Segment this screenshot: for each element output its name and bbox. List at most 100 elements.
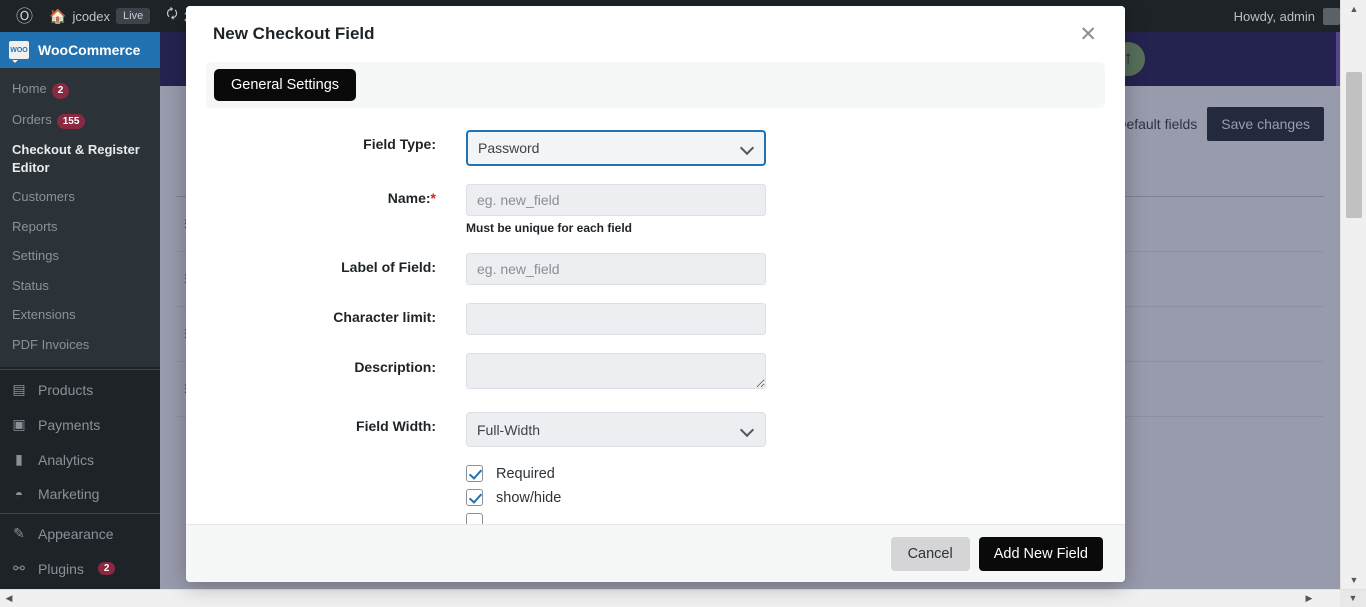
form-row-description: Description: — [206, 353, 1105, 394]
sidebar-item-status[interactable]: Status — [0, 271, 160, 301]
sidebar-item-settings[interactable]: Settings — [0, 241, 160, 271]
add-new-field-button[interactable]: Add New Field — [978, 536, 1103, 571]
sidebar-item-home[interactable]: Home 2 — [0, 74, 160, 105]
howdy-label: Howdy, admin — [1233, 8, 1315, 24]
triangle-down-icon[interactable]: ▼ — [1341, 571, 1366, 589]
menu-divider — [0, 369, 160, 371]
form-row-label-of-field: Label of Field: — [206, 253, 1105, 285]
sidebar-item-label: Products — [38, 381, 94, 398]
appearance-icon: ✎ — [13, 525, 25, 542]
field-width-label: Field Width: — [356, 418, 436, 434]
checkboxes-spacer — [206, 465, 466, 471]
character-limit-input[interactable] — [466, 303, 766, 335]
form-row-checkboxes: Required show/hide — [206, 465, 1105, 524]
cancel-button[interactable]: Cancel — [890, 536, 970, 571]
triangle-left-icon[interactable]: ◀ — [0, 590, 18, 607]
payments-icon: ▣ — [12, 416, 26, 433]
checkbox-show-hide[interactable] — [466, 489, 483, 506]
sidebar-item-label: Customers — [12, 189, 75, 205]
checkbox-required-label: Required — [496, 465, 555, 482]
avatar — [1323, 7, 1340, 25]
sidebar-item-label: WooCommerce — [38, 42, 141, 58]
sidebar-item-label: Settings — [12, 248, 59, 264]
character-limit-label: Character limit: — [333, 309, 436, 325]
description-control — [466, 353, 766, 394]
field-type-label: Field Type: — [363, 136, 436, 152]
form-row-name: Name:* Must be unique for each field — [206, 184, 1105, 235]
admin-bar-account[interactable]: Howdy, admin — [1233, 7, 1350, 25]
name-input[interactable] — [466, 184, 766, 216]
woocommerce-submenu: Home 2 Orders 155 Checkout & Register Edit… — [0, 68, 160, 368]
checkbox-third-row[interactable] — [466, 513, 766, 524]
sidebar-item-label: Marketing — [38, 486, 100, 503]
sidebar-item-analytics[interactable]: ▮ Analytics — [0, 442, 160, 477]
new-checkout-field-modal: New Checkout Field ✕ General Settings Fi… — [186, 6, 1125, 582]
name-control: Must be unique for each field — [466, 184, 766, 235]
badge-count: 2 — [51, 83, 70, 99]
marketing-icon: ◓ — [14, 486, 24, 503]
scrollbar-thumb[interactable] — [1346, 72, 1362, 218]
admin-sidebar: WOO WooCommerce Home 2 Orders 155 Checkout… — [0, 32, 160, 589]
sidebar-item-woocommerce[interactable]: WOO WooCommerce — [0, 32, 160, 68]
analytics-icon: ▮ — [15, 451, 23, 468]
sidebar-item-label: Orders — [12, 111, 52, 127]
modal-tabbar: General Settings — [206, 62, 1105, 108]
triangle-up-icon[interactable]: ▲ — [1341, 0, 1366, 18]
label-of-field-input[interactable] — [466, 253, 766, 285]
badge-count: 2 — [97, 562, 116, 576]
admin-bar-site[interactable]: 🏠 jcodex Live — [41, 0, 158, 32]
description-label: Description: — [354, 359, 436, 375]
products-icon: ▤ — [12, 381, 26, 398]
screen-root: Ⓞ 🏠 jcodex Live 🗘 2 Howdy, admin WOO Woo… — [0, 0, 1366, 607]
sidebar-item-label: Analytics — [38, 451, 95, 468]
label-of-field-control — [466, 253, 766, 285]
required-marker: * — [430, 190, 436, 206]
live-badge: Live — [116, 8, 151, 24]
site-name: jcodex — [72, 8, 111, 24]
modal-body: General Settings Field Type: Password Na… — [186, 62, 1125, 524]
name-label-text: Name: — [387, 190, 431, 206]
label-of-field-label: Label of Field: — [341, 259, 436, 275]
wordpress-icon[interactable]: Ⓞ — [8, 0, 41, 32]
field-type-select[interactable]: Password — [466, 130, 766, 166]
sidebar-item-label: Checkout & Register Editor — [12, 142, 140, 175]
vertical-scrollbar[interactable]: ▲ ▼ — [1340, 0, 1366, 589]
sidebar-item-payments[interactable]: ▣ Payments — [0, 407, 160, 442]
woocommerce-icon: WOO — [9, 41, 29, 63]
checkbox-show-hide-row[interactable]: show/hide — [466, 489, 766, 506]
form-row-character-limit: Character limit: — [206, 303, 1105, 335]
sidebar-item-pdf-invoices[interactable]: PDF Invoices — [0, 330, 160, 360]
sidebar-item-label: Plugins — [38, 560, 84, 577]
sidebar-item-products[interactable]: ▤ Products — [0, 372, 160, 407]
form-row-field-width: Field Width: Full-Width — [206, 412, 1105, 447]
description-textarea[interactable] — [466, 353, 766, 389]
sidebar-item-checkout-register-editor[interactable]: Checkout & Register Editor — [0, 135, 160, 182]
tab-general-settings[interactable]: General Settings — [214, 69, 357, 101]
field-width-select[interactable]: Full-Width — [466, 412, 766, 447]
sidebar-item-extensions[interactable]: Extensions — [0, 300, 160, 330]
close-icon[interactable]: ✕ — [1073, 22, 1103, 47]
character-limit-control — [466, 303, 766, 335]
updates-icon: 🗘 — [166, 6, 178, 21]
sidebar-item-orders[interactable]: Orders 155 — [0, 105, 160, 136]
checkbox-third[interactable] — [466, 513, 483, 524]
sidebar-item-label: Payments — [38, 416, 101, 433]
checkbox-show-hide-label: show/hide — [496, 489, 562, 506]
sidebar-item-reports[interactable]: Reports — [0, 212, 160, 242]
sidebar-item-plugins[interactable]: ⚯ Plugins 2 — [0, 551, 160, 586]
checkbox-required[interactable] — [466, 465, 483, 482]
horizontal-scrollbar[interactable]: ◀ ▶ ▼ — [0, 589, 1366, 607]
sidebar-item-appearance[interactable]: ✎ Appearance — [0, 516, 160, 551]
plugins-icon: ⚯ — [13, 560, 25, 577]
sidebar-item-label: Home — [12, 81, 47, 96]
triangle-down-icon[interactable]: ▼ — [1340, 589, 1366, 607]
sidebar-item-customers[interactable]: Customers — [0, 182, 160, 212]
checkbox-required-row[interactable]: Required — [466, 465, 766, 482]
triangle-right-icon[interactable]: ▶ — [1300, 590, 1318, 607]
home-icon: 🏠 — [49, 7, 67, 24]
sidebar-item-label: Reports — [12, 218, 58, 234]
name-hint: Must be unique for each field — [466, 221, 633, 235]
name-label: Name:* — [206, 184, 466, 206]
form-row-field-type: Field Type: Password — [206, 130, 1105, 166]
sidebar-item-marketing[interactable]: ◓ Marketing — [0, 477, 160, 511]
